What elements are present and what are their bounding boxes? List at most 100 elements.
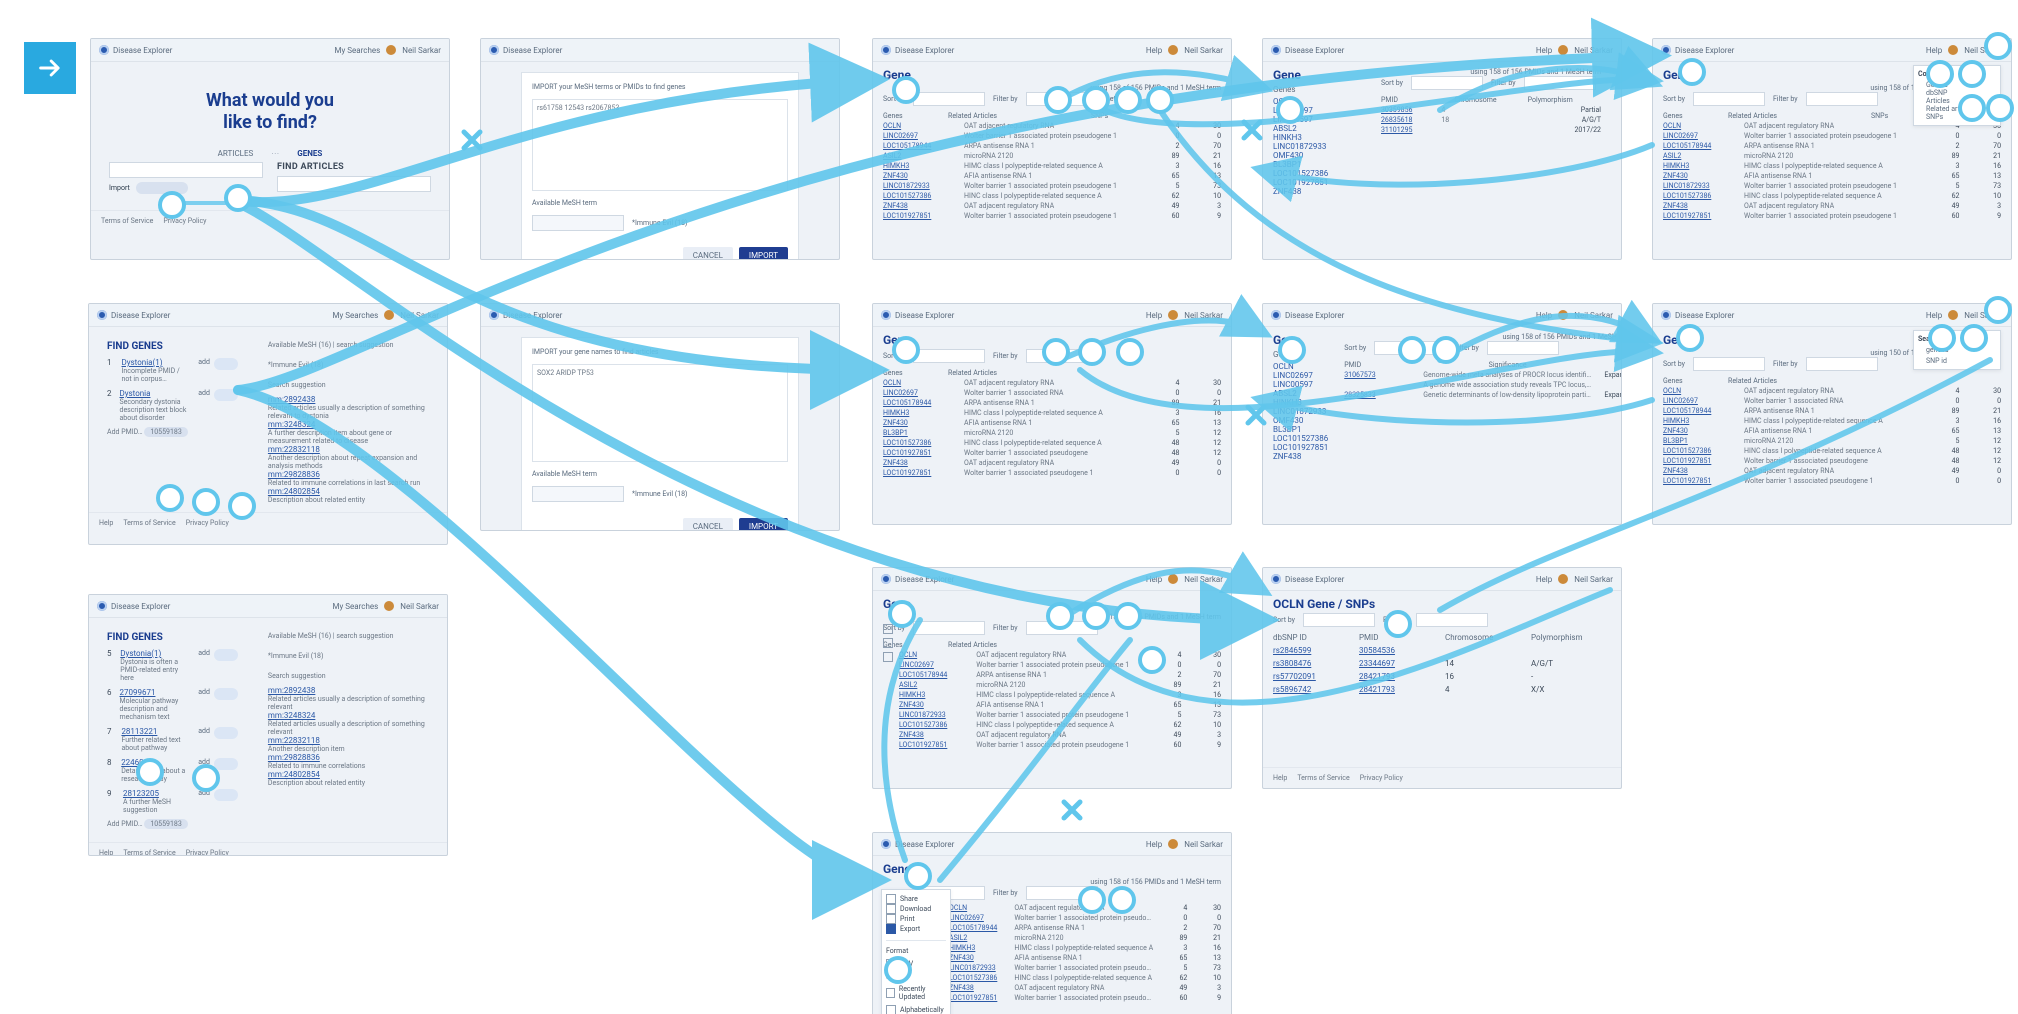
table-row[interactable]: LOC101527386HINC class I polypeptide-rel… (949, 974, 1221, 982)
table-row[interactable]: rs38084762334469714A/G/T (1273, 659, 1611, 668)
suggestion-item[interactable]: mm:22832118Another description item (268, 736, 429, 753)
table-row[interactable]: ZNF430AFIA antisense RNA 16513 (883, 419, 1221, 427)
gene-link[interactable]: HIMKH3 (883, 162, 962, 170)
table-row[interactable]: LINC02697Wolter barrier 1 associated pro… (899, 661, 1221, 669)
mesh-select[interactable] (532, 215, 624, 231)
table-row[interactable]: 303598564Partial (1381, 106, 1601, 114)
gene-side-item[interactable]: LOC101527386 (1273, 434, 1328, 443)
suggestion-item[interactable]: mm:29828836Related to immune correlation… (268, 753, 429, 770)
table-row[interactable]: ZNF438OAT adjacent regulatory RNA490 (883, 459, 1221, 467)
table-row[interactable]: LINC02697Wolter barrier 1 associated pro… (949, 914, 1221, 922)
table-row[interactable]: ZNF438OAT adjacent regulatory RNA493 (1663, 202, 2001, 210)
gene-input[interactable] (277, 176, 431, 192)
table-row[interactable]: OCLNOAT adjacent regulatory RNA430 (949, 904, 1221, 912)
table-row[interactable]: ZNF430AFIA antisense RNA 16513 (883, 172, 1221, 180)
gene-link[interactable]: ZNF438 (883, 202, 962, 210)
mesh-item[interactable]: 2DystoniaSecondary dystonia description … (107, 389, 238, 422)
filter-select[interactable] (1524, 76, 1596, 90)
gene-link[interactable]: LINC01872933 (899, 711, 974, 719)
present-arrow-button[interactable] (24, 42, 76, 94)
suggestion-item[interactable]: mm:2892438Related articles usually a des… (268, 395, 429, 420)
gene-link[interactable]: LOC105178944 (949, 924, 1012, 932)
gene-side-item[interactable]: LOC101927851 (1273, 443, 1328, 452)
gene-side-item[interactable]: LOC101527386 (1273, 169, 1365, 178)
table-row[interactable]: 28325833Genetic determinants of low-dens… (1344, 391, 1622, 399)
suggestion-item[interactable]: mm:24802854Description about related ent… (268, 487, 429, 504)
gene-link[interactable]: LOC105178944 (883, 399, 962, 407)
gene-link[interactable]: LINC02697 (899, 661, 974, 669)
gene-link[interactable]: ZNF430 (883, 172, 962, 180)
search-popover[interactable]: Search gene id SNP id (1913, 330, 2001, 370)
gene-side-item[interactable]: OCLN (1273, 362, 1328, 371)
gene-link[interactable]: HIMKH3 (899, 691, 974, 699)
tab-articles[interactable]: ARTICLES (218, 149, 254, 158)
gene-link[interactable]: LOC101527386 (883, 439, 962, 447)
gene-link[interactable]: LINC02697 (1663, 397, 1742, 405)
table-row[interactable]: LOC101927851Wolter barrier 1 associated … (1663, 477, 2001, 485)
import-button[interactable]: IMPORT (739, 518, 788, 531)
table-row[interactable]: LOC105178944ARPA antisense RNA 1270 (1663, 142, 2001, 150)
table-row[interactable]: LINC02697Wolter barrier 1 associated RNA… (883, 389, 1221, 397)
table-row[interactable]: ZNF438OAT adjacent regulatory RNA493 (883, 202, 1221, 210)
table-row[interactable]: LINC02697Wolter barrier 1 associated pro… (883, 132, 1221, 140)
gene-link[interactable]: ZNF438 (899, 731, 974, 739)
menu-item[interactable]: Export (886, 924, 946, 934)
import-chip[interactable] (136, 182, 188, 194)
gene-link[interactable]: LOC101527386 (899, 721, 974, 729)
gene-link[interactable]: HIMKH3 (949, 944, 1012, 952)
row-checkboxes[interactable] (883, 624, 893, 662)
table-row[interactable]: ZNF430AFIA antisense RNA 16513 (1663, 427, 2001, 435)
table-row[interactable]: ZNF430AFIA antisense RNA 16513 (1663, 172, 2001, 180)
gene-link[interactable]: LOC105178944 (883, 142, 962, 150)
cancel-button[interactable]: CANCEL (683, 518, 733, 531)
gene-side-item[interactable]: HINKH3 (1273, 133, 1365, 142)
table-row[interactable]: ASIL2microRNA 21208921 (883, 152, 1221, 160)
my-searches-link[interactable]: My Searches (335, 46, 381, 55)
mesh-item[interactable]: 5Dystonia(1)Dystonia is often a PMID-rel… (107, 649, 238, 682)
sort-select[interactable] (1693, 92, 1765, 106)
suggestion-item[interactable]: mm:2892438Related articles usually a des… (268, 686, 429, 711)
table-row[interactable]: LINC01872933Wolter barrier 1 associated … (949, 964, 1221, 972)
table-row[interactable]: ASIL2microRNA 21208921 (1663, 152, 2001, 160)
table-row[interactable]: rs284659930584536 (1273, 646, 1611, 655)
pmid-chip[interactable]: 10559183 (144, 819, 187, 829)
table-row[interactable]: LOC101527386HINC class I polypeptide-rel… (899, 721, 1221, 729)
gene-side-item[interactable]: LINC00597 (1273, 380, 1328, 389)
gene-link[interactable]: LINC01872933 (949, 964, 1012, 972)
table-row[interactable]: LOC101927851Wolter barrier 1 associated … (883, 469, 1221, 477)
menu-item[interactable]: Print (886, 914, 946, 924)
filter-select[interactable] (1026, 92, 1098, 106)
table-row[interactable]: HIMKH3HIMC class I polypeptide-related s… (883, 162, 1221, 170)
gene-link[interactable]: LINC01872933 (883, 182, 962, 190)
gene-side-item[interactable]: LINC00597 (1273, 115, 1365, 124)
import-button[interactable]: IMPORT (739, 247, 788, 260)
suggestion-item[interactable]: mm:24802854Description about related ent… (268, 770, 429, 787)
table-row[interactable]: LOC105178944ARPA antisense RNA 1270 (899, 671, 1221, 679)
table-row[interactable]: ASIL2microRNA 21208921 (949, 934, 1221, 942)
table-row[interactable]: ZNF438OAT adjacent regulatory RNA493 (899, 731, 1221, 739)
gene-link[interactable]: LOC105178944 (1663, 407, 1742, 415)
table-row[interactable]: OCLNOAT adjacent regulatory RNA430 (883, 122, 1221, 130)
table-row[interactable]: OCLNOAT adjacent regulatory RNA430 (899, 651, 1221, 659)
tab-genes[interactable]: GENES (297, 149, 322, 158)
gene-side-item[interactable]: OMF430 (1273, 416, 1328, 425)
gene-link[interactable]: ZNF430 (883, 419, 962, 427)
gene-link[interactable]: ZNF438 (949, 984, 1012, 992)
gene-link[interactable]: ASIL2 (899, 681, 974, 689)
gene-link[interactable]: LINC02697 (949, 914, 1012, 922)
gene-link[interactable]: LOC101527386 (949, 974, 1012, 982)
gene-link[interactable]: OCLN (883, 122, 962, 130)
table-row[interactable]: ASIL2microRNA 21208921 (899, 681, 1221, 689)
table-row[interactable]: LOC101927851Wolter barrier 1 associated … (1663, 457, 2001, 465)
gene-link[interactable]: LOC101927851 (1663, 477, 1742, 485)
table-row[interactable]: LOC101527386HINC class I polypeptide-rel… (883, 439, 1221, 447)
gene-side-item[interactable]: LOC101927851 (1273, 178, 1365, 187)
setup-button[interactable]: Set up (1106, 95, 1126, 103)
gene-link[interactable]: LOC101927851 (883, 212, 962, 220)
cancel-button[interactable]: CANCEL (683, 247, 733, 260)
gene-link[interactable]: ASIL2 (883, 152, 962, 160)
table-row[interactable]: LINC02697Wolter barrier 1 associated RNA… (1663, 397, 2001, 405)
gene-link[interactable]: ZNF430 (899, 701, 974, 709)
gene-link[interactable]: OCLN (1663, 122, 1742, 130)
table-row[interactable]: HIMKH3HIMC class I polypeptide-related s… (1663, 417, 2001, 425)
